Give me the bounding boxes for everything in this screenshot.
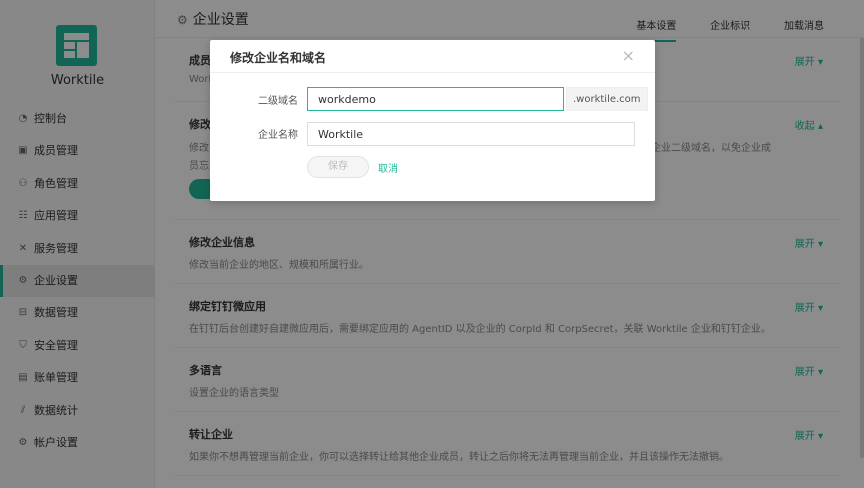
name-label: 企业名称 bbox=[258, 130, 298, 141]
domain-label: 二级域名 bbox=[258, 96, 298, 107]
cancel-button[interactable]: 取消 bbox=[378, 160, 398, 175]
save-button[interactable]: 保存 bbox=[307, 156, 369, 178]
close-icon[interactable]: × bbox=[622, 46, 635, 65]
modal-header: 修改企业名和域名 × bbox=[210, 40, 655, 73]
domain-input[interactable] bbox=[307, 87, 564, 111]
domain-suffix: .worktile.com bbox=[566, 87, 648, 111]
enterprise-name-input[interactable] bbox=[307, 122, 635, 146]
edit-name-domain-modal: 修改企业名和域名 × 二级域名 .worktile.com 企业名称 保存 取消 bbox=[210, 40, 655, 201]
modal-title: 修改企业名和域名 bbox=[230, 51, 327, 65]
